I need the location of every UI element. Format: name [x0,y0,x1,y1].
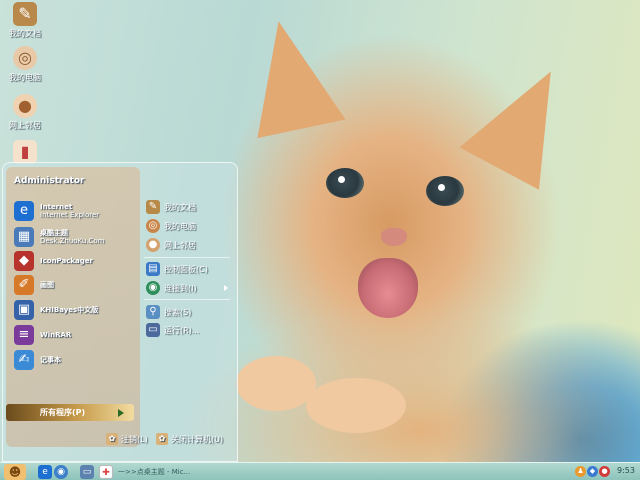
recent-winrar[interactable]: ≡ WinRAR [14,324,71,346]
right-my-documents[interactable]: ✎ 我的文档 [146,199,196,215]
notepad-icon: ✍ [14,350,34,370]
folder-docs-icon: ✎ [146,200,160,214]
run-icon: ▭ [146,323,160,337]
tray-network-icon[interactable]: ◆ [587,466,598,477]
right-separator [144,299,230,300]
start-menu-username: Administrator [14,176,85,186]
logoff-button[interactable]: ✿ 注销(L) [106,432,148,446]
paint-icon: ✐ [14,275,34,295]
control-panel-icon: ▤ [146,262,160,276]
network-icon: ● [146,238,160,252]
shutdown-icon: ✿ [156,433,168,445]
right-control-panel[interactable]: ▤ 控制面板(C) [146,261,208,277]
tray-security-icon[interactable]: ● [599,466,610,477]
computer-icon: ◎ [13,46,37,70]
recent-paint[interactable]: ✐ 画图 [14,274,54,296]
right-search[interactable]: ⚲ 搜索(S) [146,304,191,320]
arrow-right-icon [118,409,124,417]
desktop-icon-network[interactable]: ● 网上邻居 [2,94,48,131]
quicklaunch-globe-icon[interactable]: ◉ [54,465,68,479]
iconpackager-icon: ◆ [14,251,34,271]
tray-user-icon[interactable]: ♟ [575,466,586,477]
taskbar: ☻ e ◉ ▭ ✚ 一>>点桌主题 - Mic... ♟ ◆ ● [0,462,640,480]
search-icon: ⚲ [146,305,160,319]
all-programs-button[interactable]: 所有程序(P) [6,404,134,421]
folder-docs-icon: ✎ [13,2,37,26]
quicklaunch-ie-icon[interactable]: e [38,465,52,479]
start-cat-icon: ☻ [8,465,22,479]
taskbar-app-icon[interactable]: ✚ [99,465,113,479]
desktop-icon-my-computer[interactable]: ◎ 我的电脑 [2,46,48,83]
recent-khibayes[interactable]: ▣ KHIBayes中文版 [14,299,98,321]
submenu-arrow-icon [224,285,228,291]
recent-iconpackager[interactable]: ◆ IconPackager [14,250,93,272]
taskbar-window-item[interactable]: 一>>点桌主题 - Mic... [116,464,198,480]
right-connect-to[interactable]: ◉ 连接到(I) [146,280,197,296]
computer-icon: ◎ [146,219,160,233]
recent-notepad[interactable]: ✍ 记事本 [14,349,61,371]
shutdown-button[interactable]: ✿ 关闭计算机(U) [156,432,223,446]
logoff-icon: ✿ [106,433,118,445]
desktop-icon-my-documents[interactable]: ✎ 我的文档 [2,2,48,39]
winrar-icon: ≡ [14,325,34,345]
taskbar-clock: 9:53 [617,466,635,475]
network-icon: ● [13,94,37,118]
quicklaunch-desktop-icon[interactable]: ▭ [80,465,94,479]
zhuoku-icon: ▦ [14,227,34,247]
internet-explorer-icon: e [14,201,34,221]
connect-icon: ◉ [146,281,160,295]
right-network[interactable]: ● 网上邻居 [146,237,196,253]
right-my-computer[interactable]: ◎ 我的电脑 [146,218,196,234]
pinned-internet-explorer[interactable]: e Internet Internet Explorer [14,200,99,222]
start-button[interactable]: ☻ [4,464,26,480]
pinned-zhuoku[interactable]: ▦ 桌酷主题 Desk.ZhuoKu.Com [14,226,104,248]
right-run[interactable]: ▭ 运行(R)... [146,322,199,338]
khibayes-icon: ▣ [14,300,34,320]
recycle-bin-icon: ▮ [13,140,37,164]
right-separator [144,257,230,258]
